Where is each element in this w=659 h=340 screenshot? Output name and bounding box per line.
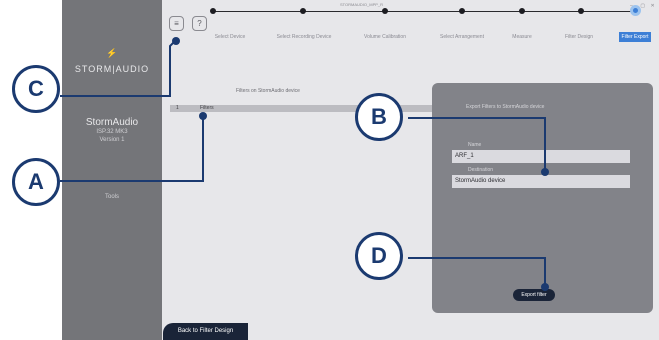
- callout-dot-c: [172, 37, 180, 45]
- callout-lines: [60, 37, 549, 291]
- callout-d: D: [355, 232, 403, 280]
- callout-line-b: [408, 117, 546, 172]
- callout-line-d: [408, 257, 546, 288]
- callout-dot-b: [541, 168, 549, 176]
- callout-line-c: [60, 39, 177, 97]
- callout-line-a: [60, 115, 204, 182]
- callout-c: C: [12, 65, 60, 113]
- callout-a: A: [12, 158, 60, 206]
- callout-dot-a: [199, 112, 207, 120]
- callout-b: B: [355, 93, 403, 141]
- callout-dot-d: [541, 283, 549, 291]
